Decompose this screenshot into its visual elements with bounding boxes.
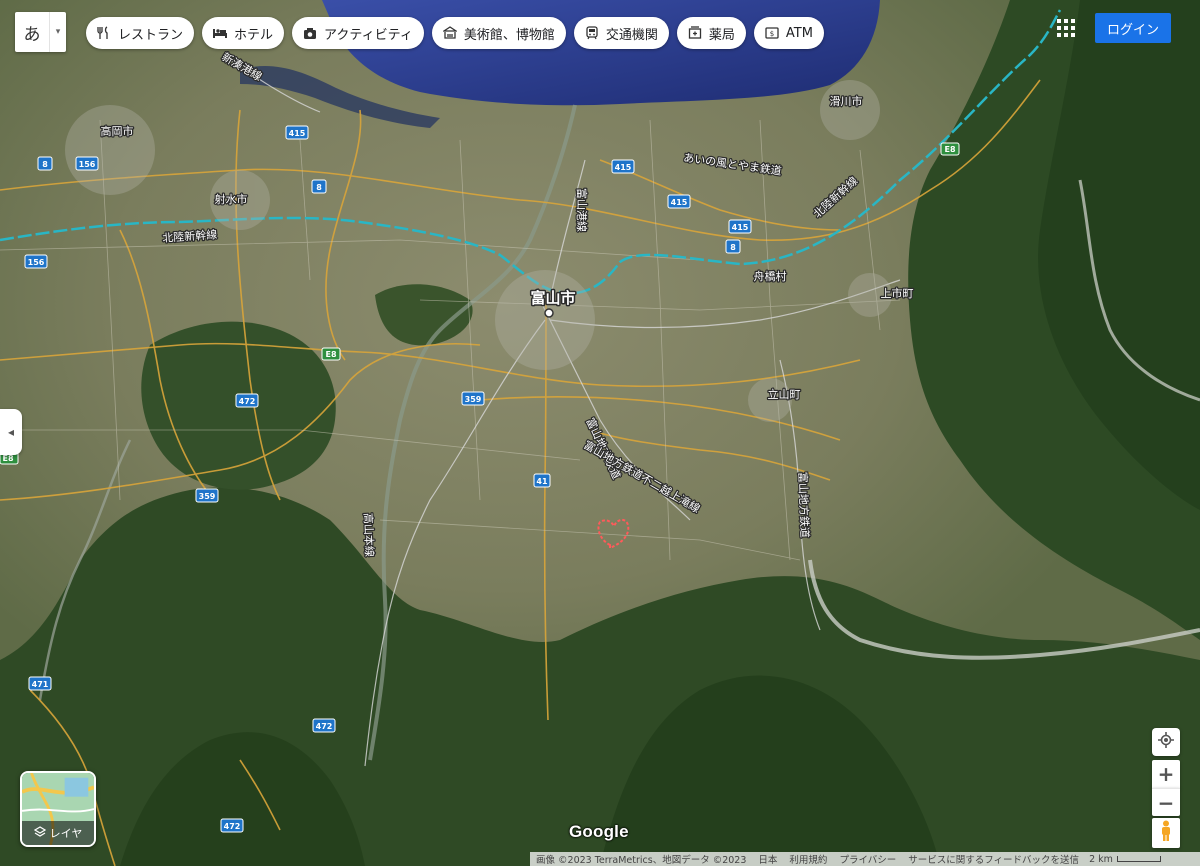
place-label-kamiichi[interactable]: 上市町 [879, 285, 915, 302]
chip-label: 交通機関 [605, 27, 658, 43]
layers-button[interactable]: レイヤ [20, 771, 96, 847]
chip-label: 美術館、博物館 [463, 27, 555, 43]
login-button[interactable]: ログイン [1095, 13, 1171, 43]
svg-text:415: 415 [615, 163, 632, 172]
chip-label: 薬局 [708, 27, 735, 43]
svg-text:359: 359 [199, 492, 216, 501]
svg-text:415: 415 [671, 198, 688, 207]
chip-hotel[interactable]: ホテル [202, 17, 285, 49]
transit-icon [584, 25, 600, 41]
feedback-link[interactable]: サービスに関するフィードバックを送信 [902, 852, 1085, 866]
chevron-down-icon[interactable]: ▾ [49, 12, 66, 52]
route-41-shield: 41 [533, 473, 551, 488]
route-8-shield: 8 [725, 239, 741, 254]
zoom-in-button[interactable]: + [1152, 760, 1180, 788]
svg-text:8: 8 [730, 243, 736, 252]
rail-label-tateyama-line: 富山地方鉄道 [796, 472, 812, 538]
atm-icon: $ [764, 25, 780, 41]
place-label-takaoka[interactable]: 高岡市 [99, 123, 135, 140]
ime-toggle[interactable]: あ ▾ [15, 12, 66, 52]
hotel-icon [212, 25, 228, 41]
svg-text:156: 156 [79, 160, 96, 169]
scale-bar [1116, 856, 1161, 862]
camera-icon [302, 25, 318, 41]
restaurant-icon [96, 25, 112, 41]
privacy-link[interactable]: プライバシー [833, 852, 902, 866]
route-472-shield: 472 [312, 718, 336, 733]
chip-label: ATM [785, 25, 813, 41]
attribution-bar: 画像 ©2023 TerraMetrics、地図データ ©2023 日本 利用規… [530, 852, 1200, 866]
imagery-credit: 画像 ©2023 TerraMetrics、地図データ ©2023 [536, 855, 747, 866]
svg-text:E8: E8 [944, 145, 955, 154]
svg-text:8: 8 [42, 160, 48, 169]
chevron-left-icon: ◂ [7, 425, 15, 439]
my-location-button[interactable] [1152, 728, 1180, 756]
svg-text:E8: E8 [325, 350, 336, 359]
svg-text:8: 8 [316, 183, 322, 192]
route-415-shield: 415 [728, 219, 752, 234]
expressway-e8-shield: E8 [940, 142, 960, 156]
route-472-shield: 472 [235, 393, 259, 408]
pegman-icon [1160, 820, 1172, 846]
chip-museums[interactable]: 美術館、博物館 [431, 17, 566, 49]
place-label-tateyama[interactable]: 立山町 [766, 386, 802, 403]
place-label-imizu[interactable]: 射水市 [213, 191, 249, 208]
collapse-panel-button[interactable]: ◂ [0, 409, 22, 455]
svg-text:156: 156 [28, 258, 45, 267]
place-label-namerikawa[interactable]: 滑川市 [828, 93, 864, 110]
scale-label: 2 km [1089, 853, 1113, 865]
svg-text:415: 415 [289, 129, 306, 138]
chip-restaurant[interactable]: レストラン [86, 17, 195, 49]
category-chips: レストラン ホテル アクティビティ 美術館、博物館 交通機関 薬局 $ ATM [86, 17, 824, 49]
svg-text:471: 471 [32, 680, 49, 689]
svg-text:472: 472 [224, 822, 241, 831]
route-471-shield: 471 [28, 676, 52, 691]
ime-glyph: あ [23, 24, 41, 45]
route-415-shield: 415 [611, 159, 635, 174]
museum-icon [442, 25, 458, 41]
pegman-button[interactable] [1152, 818, 1180, 848]
route-359-shield: 359 [195, 488, 219, 503]
zoom-out-button[interactable]: − [1152, 788, 1180, 816]
terms-link[interactable]: 利用規約 [783, 852, 833, 866]
chip-atm[interactable]: $ ATM [753, 17, 824, 49]
scale-indicator[interactable]: 2 km [1085, 854, 1161, 865]
apps-grid-icon[interactable] [1057, 19, 1075, 37]
place-label-toyama[interactable]: 富山市 [529, 288, 577, 309]
pharmacy-icon [687, 25, 703, 41]
my-location-icon [1158, 732, 1174, 752]
chip-transit[interactable]: 交通機関 [573, 17, 669, 49]
svg-text:472: 472 [239, 397, 256, 406]
chip-activities[interactable]: アクティビティ [292, 17, 424, 49]
google-logo: Google [569, 822, 629, 841]
place-label-funahashi[interactable]: 舟橋村 [752, 268, 788, 285]
route-156-shield: 156 [24, 254, 48, 269]
route-472-shield: 472 [220, 818, 244, 833]
svg-text:$: $ [770, 30, 774, 38]
chip-label: レストラン [118, 27, 184, 43]
route-415-shield: 415 [667, 194, 691, 209]
chip-label: ホテル [234, 27, 274, 43]
svg-text:41: 41 [536, 477, 548, 486]
rail-label-takayama: 高山本線 [361, 513, 377, 557]
rail-label-toyamako: 富山港線 [575, 188, 589, 232]
route-8-shield: 8 [311, 179, 327, 194]
svg-text:E8: E8 [2, 454, 13, 463]
route-359-shield: 359 [461, 391, 485, 406]
layers-label: レイヤ [49, 827, 83, 840]
svg-text:472: 472 [316, 722, 333, 731]
svg-text:359: 359 [465, 395, 482, 404]
satellite-map[interactable]: 415 415 415 415 8 8 8 156 156 472 472 47… [0, 0, 1200, 866]
layers-icon [33, 825, 46, 841]
region-link[interactable]: 日本 [752, 852, 783, 866]
route-415-shield: 415 [285, 125, 309, 140]
route-8-shield: 8 [37, 156, 53, 171]
city-marker [544, 308, 554, 318]
chip-label: アクティビティ [324, 27, 413, 43]
route-156-shield: 156 [75, 156, 99, 171]
chip-pharmacy[interactable]: 薬局 [676, 17, 746, 49]
svg-text:415: 415 [732, 223, 749, 232]
expressway-e8-shield: E8 [321, 347, 341, 361]
